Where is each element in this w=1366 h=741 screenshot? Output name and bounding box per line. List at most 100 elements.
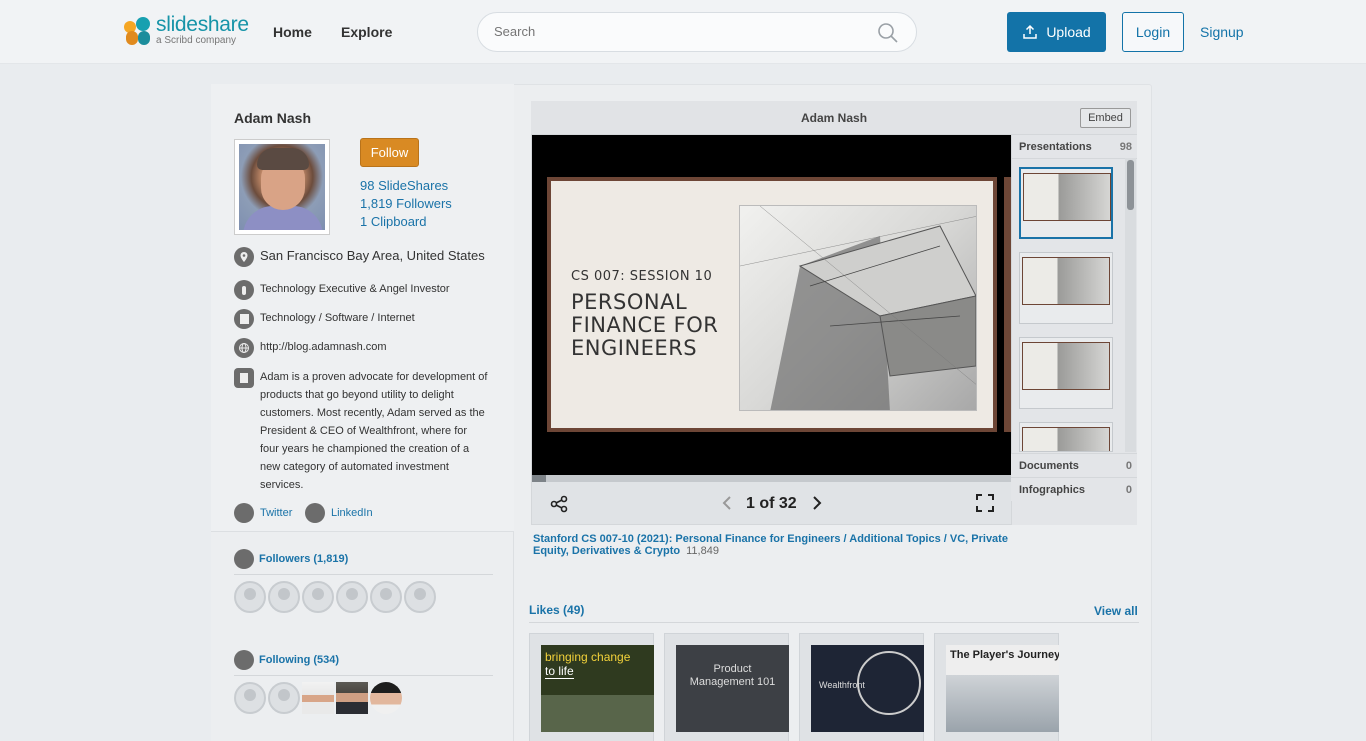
group-icon (234, 650, 254, 670)
logo-name: slideshare (156, 13, 249, 36)
profile-name[interactable]: Adam Nash (234, 110, 311, 126)
followers-count-link[interactable]: 1,819 Followers (360, 196, 452, 211)
nav-explore[interactable]: Explore (341, 24, 392, 40)
slide-title: PERSONAL FINANCE FOR ENGINEERS (571, 290, 719, 360)
bio-row: Adam is a proven advocate for developmen… (234, 368, 494, 494)
job-title-row: Technology Executive & Angel Investor (234, 280, 450, 300)
document-title-row: Stanford CS 007-10 (2021): Personal Fina… (533, 533, 1023, 557)
follower-avatar[interactable] (234, 581, 266, 613)
briefcase-icon (234, 280, 254, 300)
signup-link[interactable]: Signup (1200, 24, 1244, 40)
slide-counter: 1 of 32 (746, 495, 797, 512)
bio-icon (234, 368, 254, 388)
embed-button[interactable]: Embed (1080, 108, 1131, 128)
linkedin-icon (305, 503, 325, 523)
divider (234, 675, 493, 676)
website-link[interactable]: http://blog.adamnash.com (260, 338, 387, 356)
twitter-link[interactable]: Twitter (234, 503, 292, 523)
slide-thumbnail[interactable] (1019, 252, 1113, 324)
divider (234, 574, 493, 575)
following-avatar[interactable] (268, 682, 300, 714)
twitter-label: Twitter (260, 507, 293, 519)
followers-heading-label: Followers (1,819) (259, 553, 349, 565)
liked-presentation-thumbnail: Product Management 101 (676, 645, 789, 732)
job-title-text: Technology Executive & Angel Investor (260, 283, 450, 295)
followers-heading[interactable]: Followers (1,819) (234, 549, 348, 569)
following-avatar[interactable] (302, 682, 334, 714)
search-input[interactable] (494, 24, 854, 39)
slide-thumbnail[interactable] (1019, 422, 1113, 452)
document-title-link[interactable]: Stanford CS 007-10 (2021): Personal Fina… (533, 533, 1008, 557)
bio-text: Adam is a proven advocate for developmen… (260, 371, 488, 491)
upload-label: Upload (1046, 24, 1091, 40)
slide-thumbnail[interactable] (1019, 167, 1113, 239)
building-icon (234, 309, 254, 329)
slideshares-count-link[interactable]: 98 SlideShares (360, 178, 448, 193)
group-icon (234, 549, 254, 569)
following-heading-label: Following (534) (259, 654, 340, 666)
follower-avatar[interactable] (370, 581, 402, 613)
slide-stage[interactable]: CS 007: SESSION 10 PERSONAL FINANCE FOR … (532, 135, 1011, 475)
following-avatar[interactable] (336, 682, 368, 714)
linkedin-label: LinkedIn (331, 507, 373, 519)
list-scroll-thumb[interactable] (1127, 160, 1134, 210)
upload-icon (1023, 24, 1038, 39)
location-pin-icon (234, 247, 254, 267)
linkedin-link[interactable]: LinkedIn (305, 503, 373, 523)
upload-button[interactable]: Upload (1007, 12, 1106, 52)
search-bar[interactable] (477, 12, 917, 52)
clipboard-count-link[interactable]: 1 Clipboard (360, 214, 427, 229)
current-slide: CS 007: SESSION 10 PERSONAL FINANCE FOR … (547, 177, 997, 432)
following-heading[interactable]: Following (534) (234, 650, 339, 670)
following-avatar[interactable] (370, 682, 402, 714)
website-row: http://blog.adamnash.com (234, 338, 387, 358)
follower-avatar[interactable] (268, 581, 300, 613)
follower-avatar[interactable] (404, 581, 436, 613)
player-author: Adam Nash (801, 111, 868, 125)
slideshare-logo-icon (124, 15, 152, 47)
industry-text: Technology / Software / Internet (260, 312, 415, 324)
industry-row: Technology / Software / Internet (234, 309, 415, 329)
player-header: Adam Nash Embed (531, 101, 1137, 135)
following-avatar[interactable] (234, 682, 266, 714)
liked-presentation-card[interactable]: Product Management 101 (664, 633, 789, 741)
slide-illustration (739, 205, 977, 411)
twitter-icon (234, 503, 254, 523)
liked-presentation-card[interactable]: bringing change to life (529, 633, 654, 741)
share-icon[interactable] (550, 495, 568, 513)
location-row: San Francisco Bay Area, United States (234, 247, 485, 267)
next-slide-icon[interactable] (808, 495, 824, 511)
likes-heading[interactable]: Likes (49) (529, 603, 584, 617)
slide-kicker: CS 007: SESSION 10 (571, 269, 713, 284)
slide-progress-fill (532, 475, 547, 482)
nav-home[interactable]: Home (273, 24, 312, 40)
presentations-tab[interactable]: Presentations 98 (1011, 135, 1137, 159)
documents-tab[interactable]: Documents 0 (1011, 453, 1137, 477)
fullscreen-icon[interactable] (976, 494, 994, 512)
login-button[interactable]: Login (1122, 12, 1184, 52)
logo-subtitle: a Scribd company (156, 35, 237, 46)
avatar[interactable] (234, 139, 330, 235)
globe-icon (234, 338, 254, 358)
search-icon[interactable] (876, 21, 900, 45)
follower-avatar[interactable] (302, 581, 334, 613)
top-navbar: slideshare a Scribd company Home Explore… (0, 0, 1366, 64)
liked-presentation-thumbnail: Wealthfront (811, 645, 924, 732)
follow-button[interactable]: Follow (360, 138, 419, 167)
slide-progress-bar[interactable] (532, 475, 1011, 482)
liked-presentation-card[interactable]: The Player's Journey (934, 633, 1059, 741)
infographics-tab[interactable]: Infographics 0 (1011, 477, 1137, 501)
slide-thumbnail[interactable] (1019, 337, 1113, 409)
divider (529, 622, 1139, 623)
location-text: San Francisco Bay Area, United States (260, 248, 485, 263)
player-controls: 1 of 32 (532, 482, 1011, 524)
follower-avatar[interactable] (336, 581, 368, 613)
previous-slide-icon[interactable] (720, 495, 736, 511)
document-views: 11,849 (686, 545, 719, 557)
view-all-link[interactable]: View all (1094, 604, 1138, 618)
liked-presentation-thumbnail: The Player's Journey (946, 645, 1059, 732)
liked-presentation-thumbnail: bringing change to life (541, 645, 654, 732)
slideshare-logo[interactable]: slideshare a Scribd company (124, 13, 249, 47)
next-slide-peek (1004, 177, 1011, 432)
liked-presentation-card[interactable]: Wealthfront (799, 633, 924, 741)
